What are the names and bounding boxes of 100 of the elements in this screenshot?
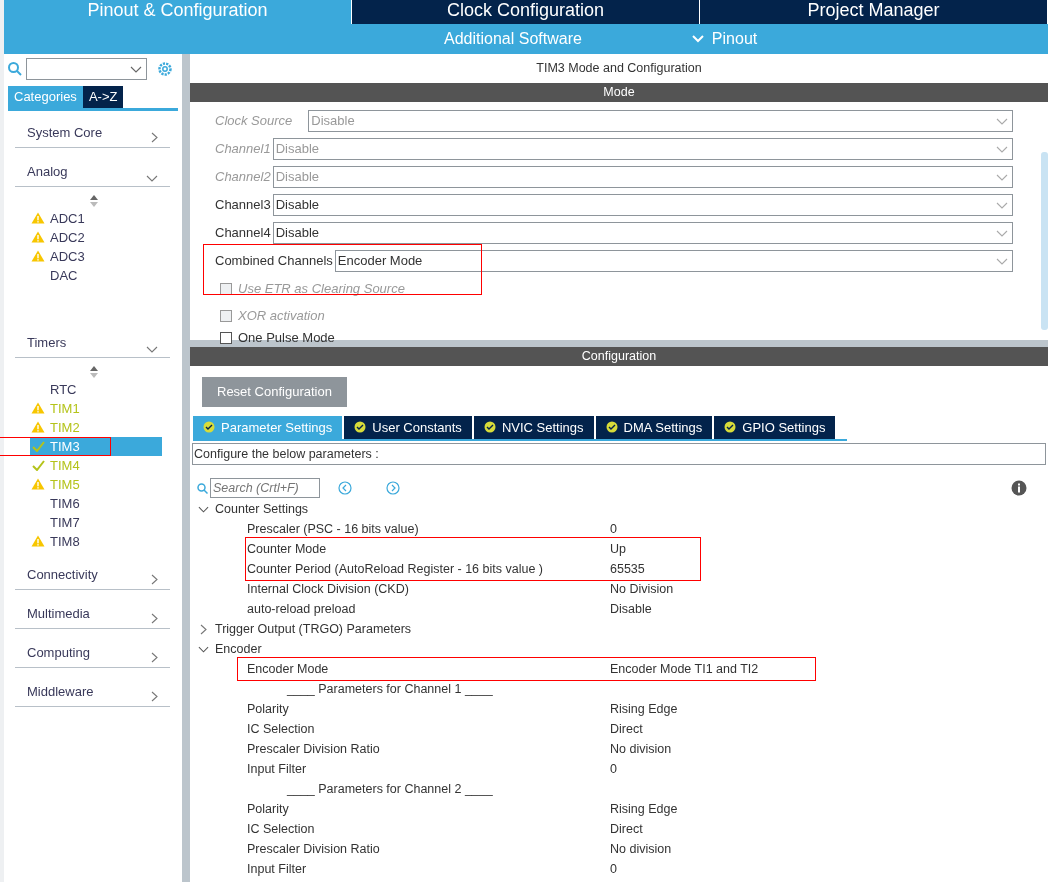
chevron-down-icon	[130, 65, 142, 73]
param-row[interactable]: IC Selection Direct	[198, 719, 1048, 739]
field-label: Clock Source	[215, 112, 293, 131]
group-label: Trigger Output (TRGO) Parameters	[215, 620, 412, 638]
peripheral-item[interactable]: TIM8	[30, 531, 162, 551]
chevron-down-icon	[996, 229, 1008, 237]
param-value: 65535	[610, 560, 645, 578]
peripheral-item[interactable]: ADC1	[30, 208, 162, 228]
param-name: Prescaler Division Ratio	[247, 742, 381, 756]
field-label: Channel4	[215, 224, 271, 243]
select-field[interactable]: Disable	[272, 222, 1013, 244]
category-label: Timers	[27, 334, 67, 352]
param-value: Encoder Mode TI1 and TI2	[610, 660, 759, 678]
checkbox-label: One Pulse Mode	[238, 329, 335, 348]
param-row[interactable]: Encoder Mode Encoder Mode TI1 and TI2	[198, 659, 1048, 679]
param-row[interactable]: Prescaler Division Ratio No division	[198, 839, 1048, 859]
search-icon	[8, 62, 22, 76]
peripheral-item[interactable]: TIM7	[30, 512, 162, 532]
panel-title: TIM3 Mode and Configuration	[535, 60, 703, 77]
config-tab[interactable]: DMA Settings	[595, 415, 713, 439]
warning-icon	[31, 231, 45, 243]
chevron-down-icon	[996, 117, 1008, 125]
param-row[interactable]: Input Filter 0	[198, 859, 1048, 879]
warning-icon	[31, 212, 45, 224]
param-value: Rising Edge	[610, 700, 678, 718]
param-name: Input Filter	[247, 762, 308, 776]
select-field[interactable]: Disable	[272, 194, 1013, 216]
param-row[interactable]: Prescaler (PSC - 16 bits value) 0	[198, 519, 1048, 539]
param-name: Internal Clock Division (CKD)	[247, 582, 410, 596]
param-row[interactable]: Polarity Rising Edge	[198, 699, 1048, 719]
field-label: Channel2	[215, 168, 271, 187]
next-icon	[386, 481, 400, 495]
checkbox[interactable]	[220, 282, 232, 295]
param-value: No Division	[610, 580, 674, 598]
checkbox-label: XOR activation	[238, 306, 325, 325]
category-header[interactable]: System Core	[15, 120, 170, 148]
param-row[interactable]: ____ Parameters for Channel 2 ____	[198, 779, 1048, 799]
checkbox[interactable]	[220, 309, 232, 322]
group-label: Encoder	[215, 640, 262, 658]
category-label: Middleware	[27, 683, 94, 701]
group-header[interactable]: Counter Settings	[198, 499, 1048, 519]
warning-icon	[31, 535, 45, 547]
param-row[interactable]: IC Selection Direct	[198, 819, 1048, 839]
param-value: Direct	[610, 820, 643, 838]
search-field[interactable]: Search (Crtl+F)	[210, 478, 320, 498]
check-icon	[31, 440, 45, 452]
section-header: Configuration	[190, 347, 1048, 366]
chevron-down-icon	[996, 145, 1008, 153]
group-header[interactable]: Encoder	[198, 639, 1048, 659]
chevron-down-icon	[996, 173, 1008, 181]
check-circle-icon	[605, 421, 618, 434]
config-tab[interactable]: GPIO Settings	[714, 415, 836, 439]
category-label: Connectivity	[27, 566, 98, 584]
check-icon	[31, 459, 45, 471]
chevron-down-icon	[996, 257, 1008, 265]
category-label: Computing	[27, 644, 90, 662]
checkbox[interactable]	[220, 332, 232, 344]
select-field[interactable]: Encoder Mode	[334, 250, 1013, 272]
search-combo[interactable]	[26, 58, 147, 80]
param-value: 0	[610, 860, 617, 878]
top-tab[interactable]: Project Manager	[700, 0, 1048, 24]
category-header[interactable]: Analog	[15, 159, 170, 187]
category-header[interactable]: Timers	[15, 330, 170, 358]
top-tab[interactable]: Clock Configuration	[352, 0, 700, 24]
config-tab[interactable]: User Constants	[344, 415, 472, 439]
category-header[interactable]: Computing	[15, 640, 170, 668]
peripheral-item[interactable]: RTC	[30, 379, 162, 399]
field-label: Channel3	[215, 196, 271, 215]
param-value: Up	[610, 540, 626, 558]
param-row[interactable]: Polarity Rising Edge	[198, 799, 1048, 819]
param-row[interactable]: Counter Period (AutoReload Register - 16 bits value ) 65535	[198, 559, 1048, 579]
warning-icon	[31, 402, 45, 414]
category-header[interactable]: Multimedia	[15, 601, 170, 629]
view-tab[interactable]: A->Z	[82, 86, 124, 108]
param-row[interactable]: ____ Parameters for Channel 1 ____	[198, 679, 1048, 699]
param-row[interactable]: auto-reload preload Disable	[198, 599, 1048, 619]
peripheral-item[interactable]: TIM6	[30, 493, 162, 513]
peripheral-item[interactable]: ADC2	[30, 227, 162, 247]
param-row[interactable]: Counter Mode Up	[198, 539, 1048, 559]
param-value: 0	[610, 520, 617, 538]
warning-icon	[31, 421, 45, 433]
category-header[interactable]: Connectivity	[15, 562, 170, 590]
param-row[interactable]: Internal Clock Division (CKD) No Division	[198, 579, 1048, 599]
info-icon	[1011, 480, 1027, 496]
field-label: Combined Channels	[215, 252, 333, 271]
param-value: Direct	[610, 720, 643, 738]
peripheral-item[interactable]: ADC3	[30, 246, 162, 266]
check-circle-icon	[203, 421, 215, 434]
param-value: No division	[610, 840, 672, 858]
scrollbar[interactable]	[1041, 152, 1048, 330]
param-row[interactable]: Prescaler Division Ratio No division	[198, 739, 1048, 759]
peripheral-item[interactable]: DAC	[30, 265, 162, 285]
sort-arrows-icon	[90, 194, 98, 207]
category-header[interactable]: Middleware	[15, 679, 170, 707]
config-tab[interactable]: NVIC Settings	[473, 415, 594, 439]
param-row[interactable]: Input Filter 0	[198, 759, 1048, 779]
param-subheader: ____ Parameters for Channel 1 ____	[287, 680, 493, 698]
group-header[interactable]: Trigger Output (TRGO) Parameters	[198, 619, 1048, 639]
param-name: IC Selection	[247, 822, 316, 836]
chevron-down-icon	[691, 35, 704, 43]
